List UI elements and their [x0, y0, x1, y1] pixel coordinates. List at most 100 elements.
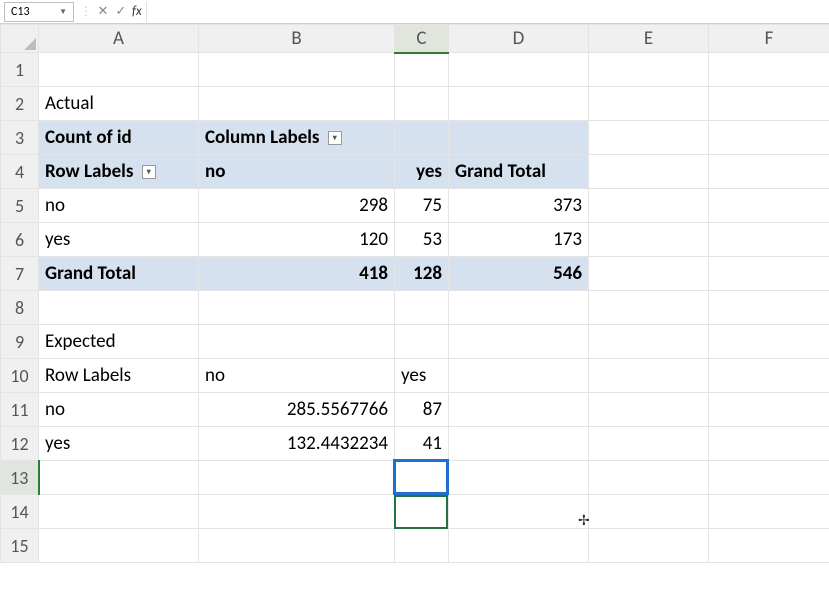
col-header-E[interactable]: E [589, 25, 709, 53]
row-header-4[interactable]: 4 [1, 155, 39, 189]
fx-icon[interactable]: fx [130, 4, 146, 19]
cell-B1[interactable] [199, 53, 395, 87]
cell-F12[interactable] [709, 427, 829, 461]
cell-F1[interactable] [709, 53, 829, 87]
row-header-8[interactable]: 8 [1, 291, 39, 325]
cell-A8[interactable] [39, 291, 199, 325]
col-header-A[interactable]: A [39, 25, 199, 53]
cell-D15[interactable] [449, 529, 589, 563]
cell-E15[interactable] [589, 529, 709, 563]
cell-C14[interactable] [395, 495, 449, 529]
cell-C10[interactable]: yes [395, 359, 449, 393]
row-header-14[interactable]: 14 [1, 495, 39, 529]
cell-F14[interactable] [709, 495, 829, 529]
cell-F15[interactable] [709, 529, 829, 563]
cell-B3[interactable]: Column Labels ▾ [199, 121, 395, 155]
cell-E8[interactable] [589, 291, 709, 325]
row-header-15[interactable]: 15 [1, 529, 39, 563]
formula-input[interactable] [146, 2, 829, 22]
cell-D6[interactable]: 173 [449, 223, 589, 257]
cell-B10[interactable]: no [199, 359, 395, 393]
cell-D8[interactable] [449, 291, 589, 325]
cell-C4[interactable]: yes [395, 155, 449, 189]
cell-D1[interactable] [449, 53, 589, 87]
cell-F3[interactable] [709, 121, 829, 155]
cell-D10[interactable] [449, 359, 589, 393]
cell-A11[interactable]: no [39, 393, 199, 427]
row-header-11[interactable]: 11 [1, 393, 39, 427]
cell-C9[interactable] [395, 325, 449, 359]
col-header-C[interactable]: C [395, 25, 449, 53]
cell-C12[interactable]: 41 [395, 427, 449, 461]
cell-F10[interactable] [709, 359, 829, 393]
cell-B8[interactable] [199, 291, 395, 325]
row-labels-filter-icon[interactable]: ▾ [142, 165, 156, 179]
cell-B15[interactable] [199, 529, 395, 563]
cell-C1[interactable] [395, 53, 449, 87]
cell-A1[interactable] [39, 53, 199, 87]
cell-D2[interactable] [449, 87, 589, 121]
row-header-5[interactable]: 5 [1, 189, 39, 223]
cell-C5[interactable]: 75 [395, 189, 449, 223]
name-box[interactable]: C13 ▼ [4, 2, 74, 22]
confirm-icon[interactable]: ✓ [112, 4, 130, 19]
cell-C15[interactable] [395, 529, 449, 563]
cell-D7[interactable]: 546 [449, 257, 589, 291]
cell-A10[interactable]: Row Labels [39, 359, 199, 393]
cell-A12[interactable]: yes [39, 427, 199, 461]
cell-B11[interactable]: 285.5567766 [199, 393, 395, 427]
row-header-13[interactable]: 13 [1, 461, 39, 495]
cell-F7[interactable] [709, 257, 829, 291]
cell-C3[interactable] [395, 121, 449, 155]
cell-C2[interactable] [395, 87, 449, 121]
cell-C7[interactable]: 128 [395, 257, 449, 291]
cell-B13[interactable] [199, 461, 395, 495]
cell-B5[interactable]: 298 [199, 189, 395, 223]
cell-C11[interactable]: 87 [395, 393, 449, 427]
cell-F6[interactable] [709, 223, 829, 257]
cell-D13[interactable] [449, 461, 589, 495]
cell-A2[interactable]: Actual [39, 87, 199, 121]
cell-E1[interactable] [589, 53, 709, 87]
cell-A14[interactable] [39, 495, 199, 529]
cell-E5[interactable] [589, 189, 709, 223]
cell-D9[interactable] [449, 325, 589, 359]
cell-A3[interactable]: Count of id [39, 121, 199, 155]
row-header-6[interactable]: 6 [1, 223, 39, 257]
cell-E2[interactable] [589, 87, 709, 121]
cell-A15[interactable] [39, 529, 199, 563]
col-header-D[interactable]: D [449, 25, 589, 53]
cell-B12[interactable]: 132.4432234 [199, 427, 395, 461]
row-header-12[interactable]: 12 [1, 427, 39, 461]
cell-F4[interactable] [709, 155, 829, 189]
col-header-F[interactable]: F [709, 25, 829, 53]
cell-F11[interactable] [709, 393, 829, 427]
cell-A7[interactable]: Grand Total [39, 257, 199, 291]
cell-A5[interactable]: no [39, 189, 199, 223]
row-header-7[interactable]: 7 [1, 257, 39, 291]
cell-D4[interactable]: Grand Total [449, 155, 589, 189]
cell-B14[interactable] [199, 495, 395, 529]
col-header-B[interactable]: B [199, 25, 395, 53]
cell-A4[interactable]: Row Labels ▾ [39, 155, 199, 189]
cell-C6[interactable]: 53 [395, 223, 449, 257]
cell-E10[interactable] [589, 359, 709, 393]
cell-B9[interactable] [199, 325, 395, 359]
row-header-10[interactable]: 10 [1, 359, 39, 393]
cell-D11[interactable] [449, 393, 589, 427]
cell-E11[interactable] [589, 393, 709, 427]
cell-B7[interactable]: 418 [199, 257, 395, 291]
cell-B6[interactable]: 120 [199, 223, 395, 257]
cell-D5[interactable]: 373 [449, 189, 589, 223]
cell-A13[interactable] [39, 461, 199, 495]
row-header-2[interactable]: 2 [1, 87, 39, 121]
cell-F9[interactable] [709, 325, 829, 359]
cell-E13[interactable] [589, 461, 709, 495]
cell-E14[interactable] [589, 495, 709, 529]
cancel-icon[interactable]: ✕ [94, 4, 112, 19]
column-labels-filter-icon[interactable]: ▾ [328, 131, 342, 145]
row-header-9[interactable]: 9 [1, 325, 39, 359]
cell-E4[interactable] [589, 155, 709, 189]
cell-E6[interactable] [589, 223, 709, 257]
cell-E9[interactable] [589, 325, 709, 359]
